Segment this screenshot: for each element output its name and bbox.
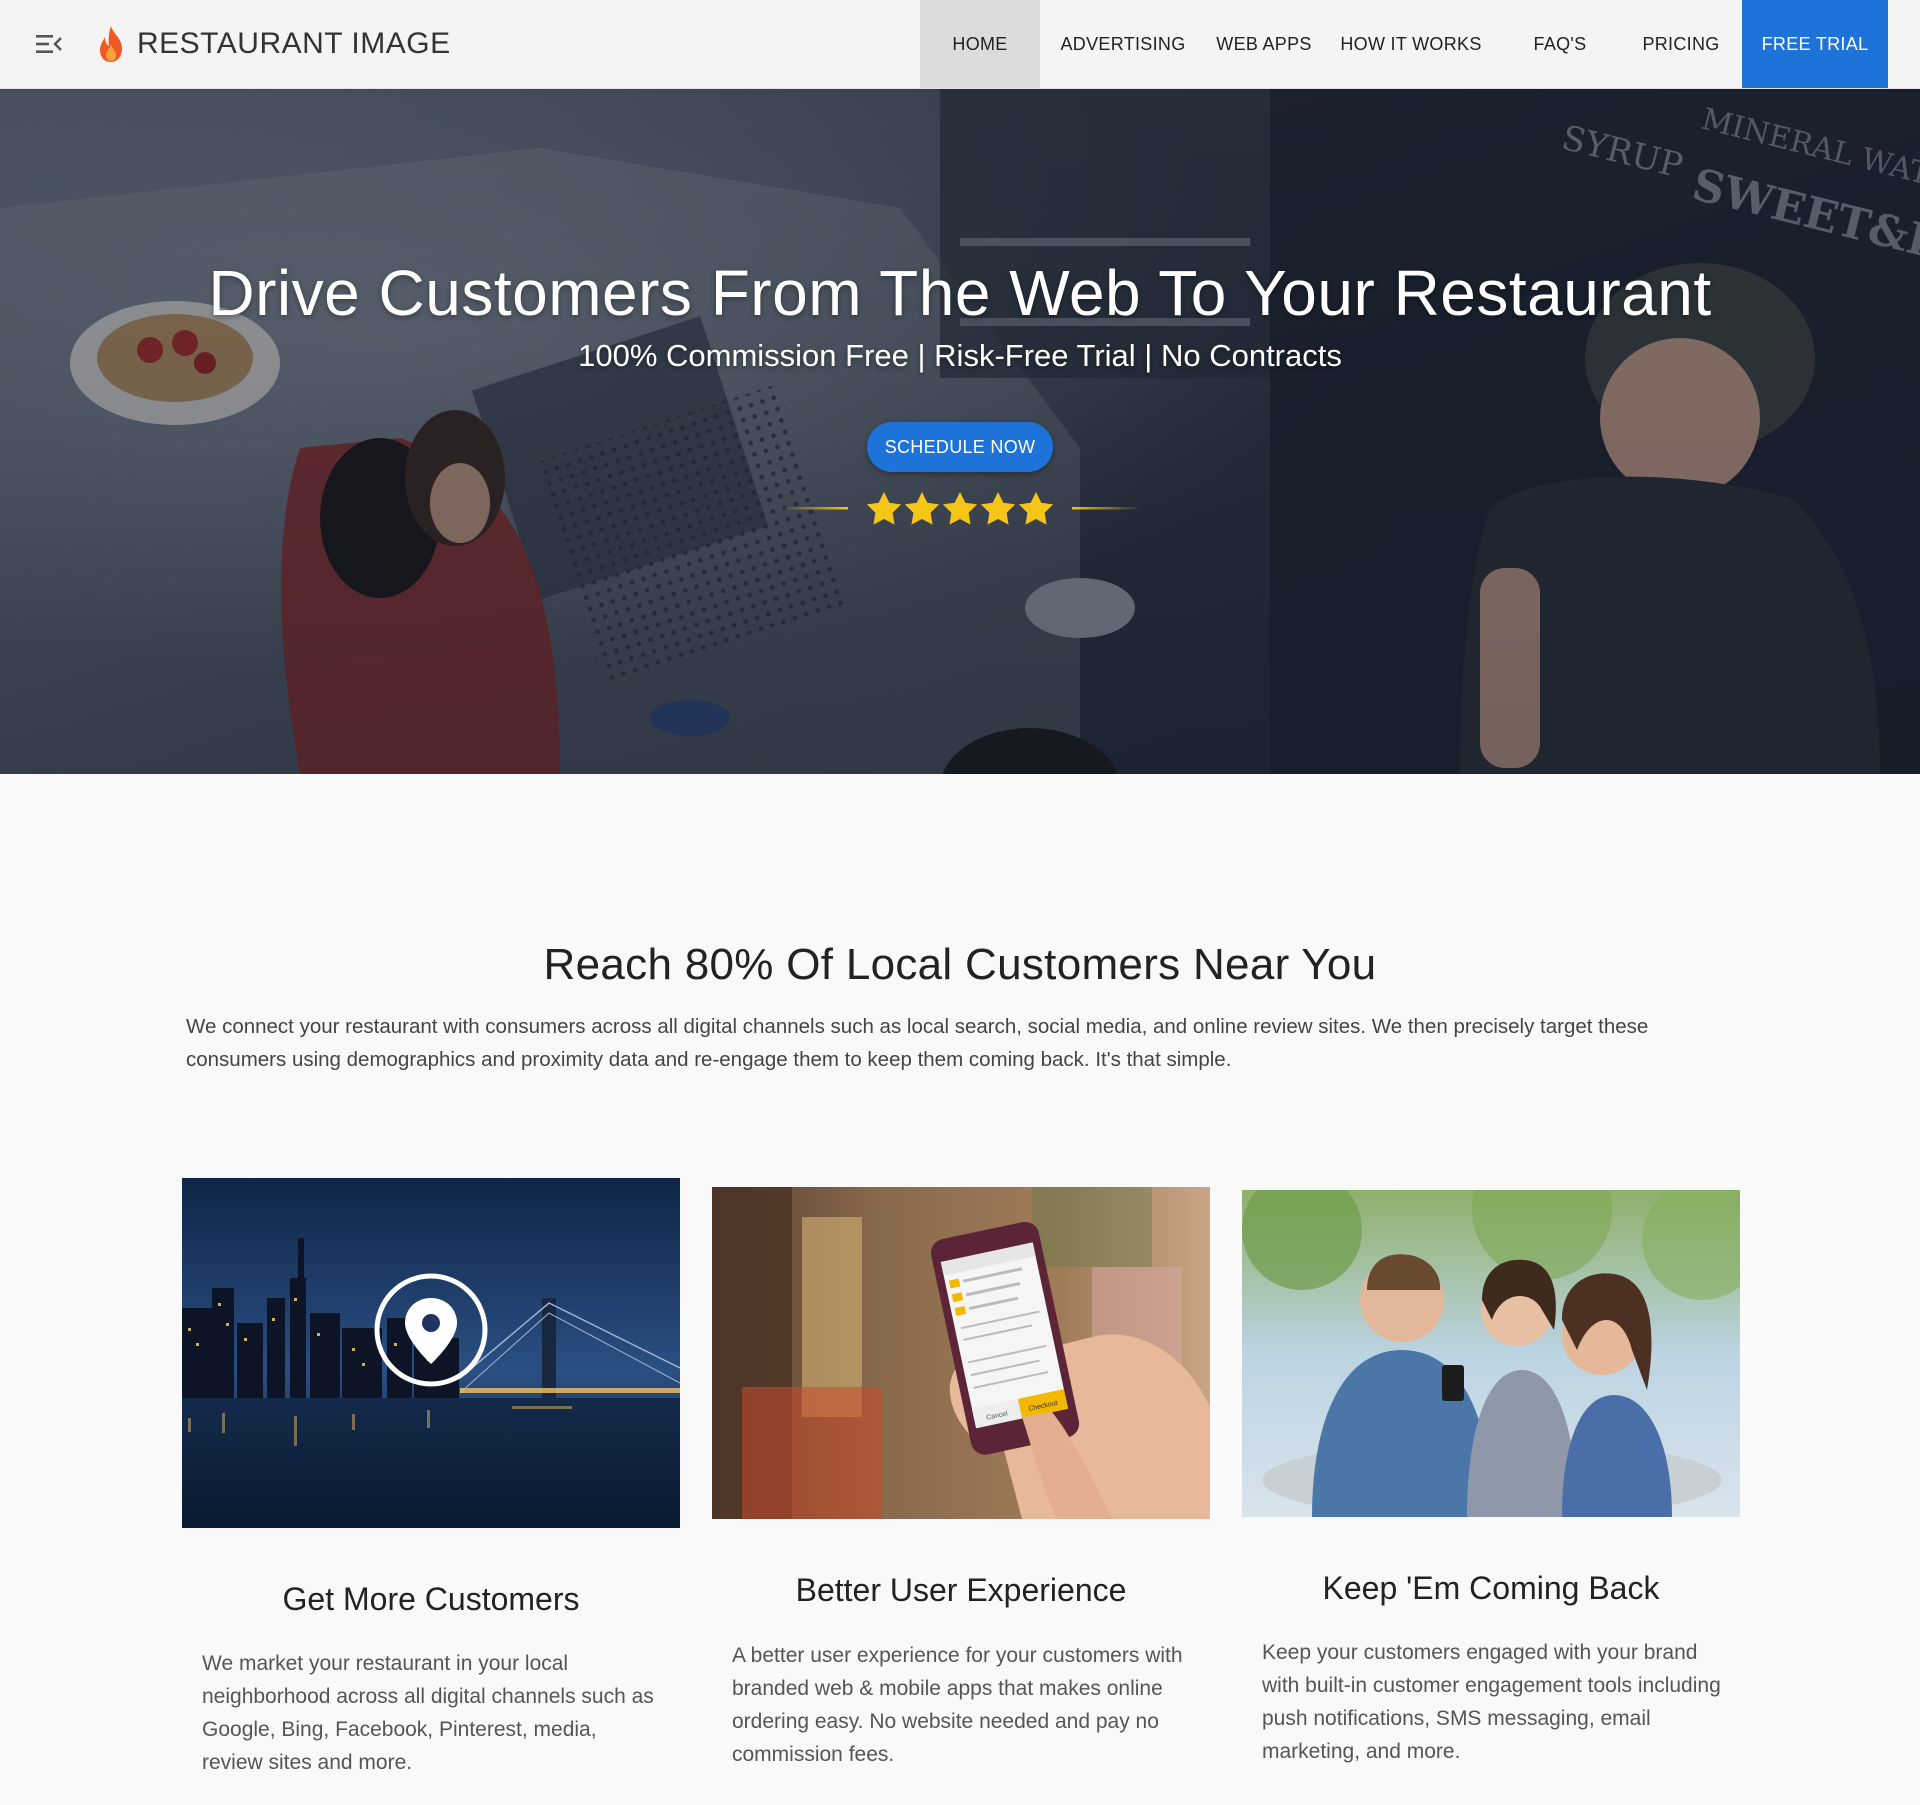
brand-name: RESTAURANT IMAGE [137, 27, 451, 60]
star-icon [866, 492, 902, 525]
feature-card-get-more-customers: Get More Customers We market your restau… [182, 1178, 680, 1778]
feature-text: A better user experience for your custom… [732, 1644, 1183, 1766]
feature-title: Keep 'Em Coming Back [1322, 1570, 1660, 1606]
star-rating [780, 492, 1140, 525]
hero-section: SYRUP MINERAL WATER SWEET&PASTRY Drive C… [0, 88, 1920, 774]
intro-text: We connect your restaurant with consumer… [186, 1015, 1649, 1071]
city-skyline-image [182, 1178, 680, 1528]
feature-text: We market your restaurant in your local … [202, 1652, 654, 1774]
nav-web-apps[interactable]: WEB APPS [1206, 0, 1322, 88]
nav-advertising[interactable]: ADVERTISING [1040, 0, 1206, 88]
schedule-now-button[interactable]: SCHEDULE NOW [867, 422, 1053, 472]
free-trial-button[interactable]: FREE TRIAL [1742, 0, 1888, 88]
feature-title: Get More Customers [282, 1581, 580, 1617]
main-nav: HOME ADVERTISING WEB APPS HOW IT WORKS F… [920, 0, 1888, 88]
nav-faqs[interactable]: FAQ'S [1500, 0, 1620, 88]
hero-content: Drive Customers From The Web To Your Res… [0, 88, 1920, 774]
feature-title: Better User Experience [795, 1572, 1127, 1608]
nav-how-it-works[interactable]: HOW IT WORKS [1322, 0, 1500, 88]
star-icon [904, 492, 940, 525]
brand-logo[interactable]: RESTAURANT IMAGE [95, 20, 451, 68]
nav-home[interactable]: HOME [920, 0, 1040, 88]
feature-card-keep-em-coming-back: Keep 'Em Coming Back Keep your customers… [1242, 1190, 1740, 1775]
top-navbar: RESTAURANT IMAGE HOME ADVERTISING WEB AP… [0, 0, 1920, 89]
nav-pricing[interactable]: PRICING [1620, 0, 1742, 88]
star-icon [1018, 492, 1054, 525]
star-icon [942, 492, 978, 525]
feature-card-better-user-experience: Cancel Checkout Better User Experience A… [712, 1187, 1210, 1777]
mobile-app-image: Cancel Checkout [712, 1187, 1210, 1519]
feature-text: Keep your customers engaged with your br… [1262, 1641, 1721, 1763]
intro-title: Reach 80% Of Local Customers Near You [543, 940, 1377, 989]
hero-title: Drive Customers From The Web To Your Res… [208, 257, 1712, 329]
flame-icon [100, 26, 122, 62]
friends-cafe-image [1242, 1190, 1740, 1517]
hero-subtitle: 100% Commission Free | Risk-Free Trial |… [578, 338, 1342, 373]
menu-icon[interactable] [34, 30, 64, 58]
star-icon [980, 492, 1016, 525]
